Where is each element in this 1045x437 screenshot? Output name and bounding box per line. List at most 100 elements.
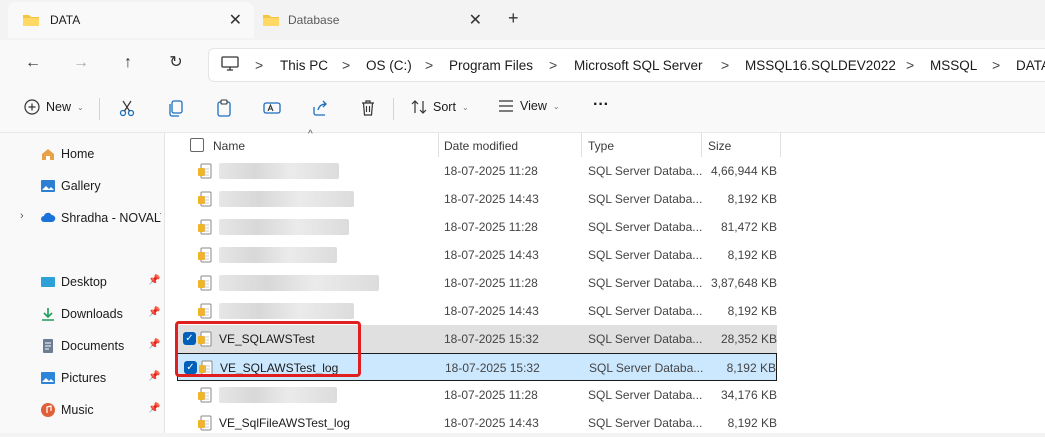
table-row[interactable]: 18-07-2025 11:28 SQL Server Databa... 34,1…: [177, 381, 777, 409]
column-header-date[interactable]: Date modified: [444, 139, 518, 153]
tab-data[interactable]: DATA ✕: [8, 2, 254, 38]
pin-icon[interactable]: 📌: [148, 275, 160, 286]
close-tab-icon[interactable]: ✕: [229, 10, 242, 30]
back-button[interactable]: ←: [19, 50, 47, 76]
file-size: 8,192 KB: [727, 192, 777, 206]
column-header-name[interactable]: Name: [213, 139, 245, 153]
sidebar-item-documents[interactable]: Documents 📌: [0, 333, 164, 359]
file-date: 18-07-2025 15:32: [444, 332, 539, 346]
file-date: 18-07-2025 14:43: [444, 192, 539, 206]
plus-circle-icon: [24, 99, 40, 115]
sidebar-item-music[interactable]: Music 📌: [0, 397, 164, 423]
sidebar-item-label: Documents: [61, 339, 125, 353]
breadcrumb-item[interactable]: Program Files: [449, 58, 533, 73]
copy-icon[interactable]: [168, 99, 184, 117]
select-all-checkbox[interactable]: [190, 138, 204, 152]
new-label: New: [46, 100, 72, 114]
breadcrumb-separator: >: [342, 57, 351, 73]
column-divider[interactable]: [701, 133, 702, 157]
pin-icon[interactable]: 📌: [148, 371, 160, 382]
file-type: SQL Server Databa...: [589, 361, 704, 375]
pin-icon[interactable]: 📌: [148, 339, 160, 350]
file-size: 8,192 KB: [727, 248, 777, 262]
database-file-icon: [198, 247, 212, 263]
column-header-type[interactable]: Type: [588, 139, 614, 153]
delete-icon[interactable]: [360, 99, 376, 117]
sidebar-item-onedrive[interactable]: › Shradha - NOVALYS: [0, 205, 164, 231]
sidebar-item-desktop[interactable]: Desktop 📌: [0, 269, 164, 295]
redacted-filename: [219, 247, 337, 263]
database-file-icon: [198, 415, 212, 431]
music-icon: [41, 403, 55, 417]
forward-button[interactable]: →: [67, 50, 95, 76]
table-row[interactable]: 18-07-2025 11:28 SQL Server Databa... 3,87…: [177, 269, 777, 297]
database-file-icon: [198, 163, 212, 179]
file-date: 18-07-2025 11:28: [444, 164, 538, 178]
database-file-icon: [198, 387, 212, 403]
database-file-icon: [198, 303, 212, 319]
refresh-button[interactable]: ↻: [162, 50, 190, 76]
breadcrumb-item[interactable]: This PC: [280, 58, 328, 73]
column-header-row: ^ Name Date modified Type Size: [165, 129, 1045, 159]
sort-button[interactable]: Sort ⌄: [411, 99, 469, 115]
column-divider[interactable]: [581, 133, 582, 157]
download-icon: [42, 308, 54, 321]
cut-icon[interactable]: [119, 99, 135, 117]
database-file-icon: [198, 275, 212, 291]
redacted-filename: [219, 303, 354, 319]
chevron-right-icon: ›: [20, 210, 24, 222]
rename-icon[interactable]: [263, 99, 281, 117]
chevron-down-icon: ⌄: [77, 102, 84, 112]
share-icon[interactable]: [312, 99, 329, 116]
new-button[interactable]: New ⌄: [24, 99, 84, 115]
view-label: View: [520, 99, 547, 113]
chevron-down-icon: ⌄: [552, 101, 560, 111]
sidebar-item-home[interactable]: Home: [0, 141, 164, 167]
sidebar-item-label: Downloads: [61, 307, 123, 321]
column-divider[interactable]: [780, 133, 781, 157]
sort-icon: [411, 100, 427, 114]
file-type: SQL Server Databa...: [588, 332, 703, 346]
pin-icon[interactable]: 📌: [148, 403, 160, 414]
sidebar-item-downloads[interactable]: Downloads 📌: [0, 301, 164, 327]
file-size: 28,352 KB: [720, 332, 777, 346]
tab-bar: DATA ✕ Database ✕ +: [0, 0, 1045, 40]
file-size: 8,192 KB: [727, 304, 777, 318]
pin-icon[interactable]: 📌: [148, 307, 160, 318]
column-header-size[interactable]: Size: [708, 139, 731, 153]
column-divider[interactable]: [438, 133, 439, 157]
redacted-filename: [219, 191, 354, 207]
table-row[interactable]: 18-07-2025 11:28 SQL Server Databa... 4,66…: [177, 157, 777, 185]
sidebar-item-gallery[interactable]: Gallery: [0, 173, 164, 199]
table-row[interactable]: 18-07-2025 14:43 SQL Server Databa... 8,19…: [177, 185, 777, 213]
file-date: 18-07-2025 15:32: [445, 361, 540, 375]
up-button[interactable]: ↑: [114, 50, 142, 76]
table-row[interactable]: 18-07-2025 14:43 SQL Server Databa... 8,19…: [177, 241, 777, 269]
breadcrumb[interactable]: > This PC > OS (C:) > Program Files > Mi…: [208, 48, 1045, 82]
breadcrumb-separator: >: [906, 57, 915, 73]
tab-database[interactable]: Database ✕: [254, 2, 494, 38]
paste-icon[interactable]: [216, 99, 232, 117]
navigation-pane: Home Gallery › Shradha - NOVALYS Desktop…: [0, 133, 165, 433]
file-date: 18-07-2025 11:28: [444, 220, 538, 234]
breadcrumb-item[interactable]: MSSQL: [930, 58, 977, 73]
redacted-filename: [219, 275, 379, 291]
file-size: 8,192 KB: [727, 416, 777, 430]
breadcrumb-item[interactable]: OS (C:): [366, 58, 412, 73]
file-type: SQL Server Databa...: [588, 276, 703, 290]
file-date: 18-07-2025 14:43: [444, 248, 539, 262]
breadcrumb-item[interactable]: DATA: [1016, 58, 1045, 73]
more-options-button[interactable]: ···: [593, 96, 609, 114]
close-tab-icon[interactable]: ✕: [469, 10, 482, 30]
sidebar-item-pictures[interactable]: Pictures 📌: [0, 365, 164, 391]
file-type: SQL Server Databa...: [588, 388, 703, 402]
desktop-icon: [41, 277, 55, 287]
file-type: SQL Server Databa...: [588, 192, 703, 206]
new-tab-button[interactable]: +: [508, 8, 519, 29]
table-row[interactable]: 18-07-2025 11:28 SQL Server Databa... 81,4…: [177, 213, 777, 241]
breadcrumb-item[interactable]: Microsoft SQL Server: [574, 58, 703, 73]
view-button[interactable]: View ⌄: [498, 99, 560, 113]
file-type: SQL Server Databa...: [588, 416, 703, 430]
breadcrumb-item[interactable]: MSSQL16.SQLDEV2022: [745, 58, 896, 73]
view-icon: [499, 100, 513, 112]
